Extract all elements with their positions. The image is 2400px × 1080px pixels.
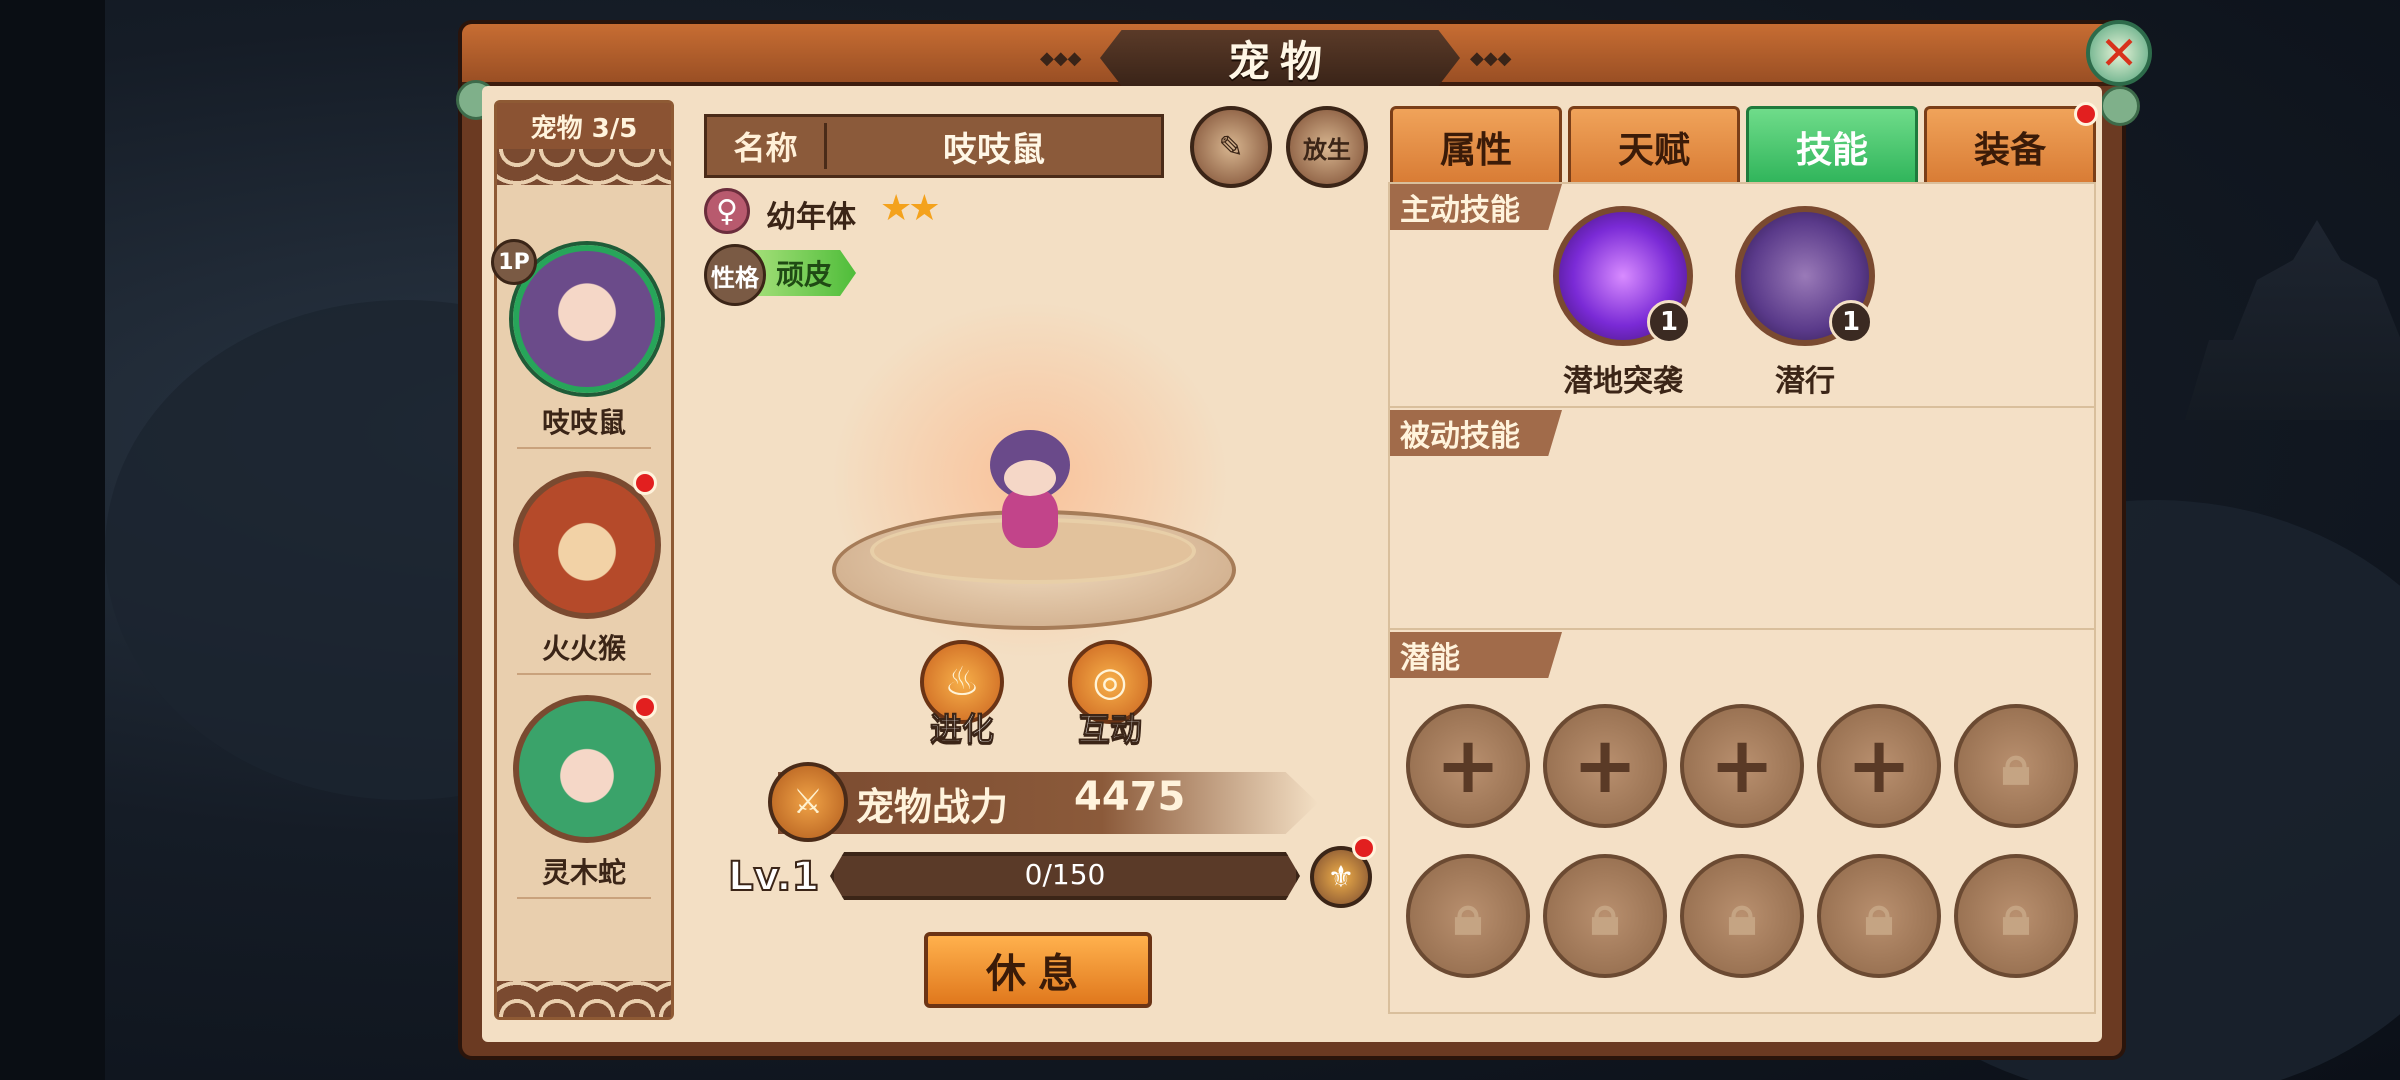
potential-slot-add[interactable]: +	[1406, 704, 1530, 828]
pet-list: 宠物 3/5 1P 吱吱鼠 火火猴 灵木蛇	[491, 100, 674, 1020]
slot-badge: 1P	[491, 239, 537, 285]
rename-button[interactable]: ✎	[1190, 106, 1272, 188]
potential-label: 潜能	[1390, 632, 1562, 678]
star-icon: ★	[880, 188, 912, 229]
sidebar-bottom-ornament	[497, 981, 671, 1017]
notice-dot	[2074, 102, 2098, 126]
fleur-icon: ⚜	[1327, 859, 1355, 895]
tab-talent[interactable]: 天赋	[1568, 106, 1740, 184]
skill-level: 1	[1647, 300, 1691, 344]
sidebar-top-ornament	[497, 149, 671, 185]
potential-slot-locked[interactable]: 🔒︎	[1954, 854, 2078, 978]
female-icon: ♀	[704, 188, 750, 234]
lock-icon: 🔒︎	[1864, 884, 1894, 947]
growth-stage: 幼年体	[766, 200, 856, 235]
close-icon: ✕	[2099, 26, 2139, 80]
castle-silhouette	[2185, 220, 2400, 420]
skill-name: 潜行	[1775, 364, 1835, 399]
skill-item[interactable]: 1 潜地突袭	[1548, 206, 1698, 400]
title-ornament-left: ◆◆◆	[1040, 48, 1082, 69]
potential-slot-locked[interactable]: 🔒︎	[1954, 704, 2078, 828]
plus-icon: +	[1435, 721, 1501, 811]
skill-name: 潜地突袭	[1563, 364, 1683, 399]
potential-slot-locked[interactable]: 🔒︎	[1680, 854, 1804, 978]
divider	[1388, 628, 2096, 630]
pet-name: 灵木蛇	[541, 856, 626, 889]
active-skills-label: 主动技能	[1390, 184, 1562, 230]
title-ornament-right: ◆◆◆	[1470, 48, 1512, 69]
notice-dot	[633, 471, 657, 495]
lock-icon: 🔒︎	[1590, 884, 1620, 947]
trait-badge: 性格	[704, 244, 766, 306]
flame-icon: ♨	[944, 659, 980, 705]
window-title: 宠物	[1100, 30, 1460, 86]
tab-skills[interactable]: 技能	[1746, 106, 1918, 184]
skill-level: 1	[1829, 300, 1873, 344]
potential-slot-add[interactable]: +	[1680, 704, 1804, 828]
pet-model[interactable]	[980, 430, 1080, 550]
star-icon: ★	[908, 188, 940, 229]
divider	[517, 897, 651, 899]
potential-slot-locked[interactable]: 🔒︎	[1406, 854, 1530, 978]
pet-item-1[interactable]: 1P 吱吱鼠	[491, 239, 671, 465]
potential-slot-locked[interactable]: 🔒︎	[1817, 854, 1941, 978]
passive-skills-label: 被动技能	[1390, 410, 1562, 456]
skill-item[interactable]: 1 潜行	[1730, 206, 1880, 400]
release-label: 放生	[1303, 135, 1351, 164]
notice-dot	[633, 695, 657, 719]
star-rating: ★★	[880, 188, 941, 229]
lock-icon: 🔒︎	[2001, 884, 2031, 947]
pet-name: 吱吱鼠	[541, 406, 626, 439]
pet-name: 火火猴	[541, 632, 626, 665]
evolve-label: 进化	[929, 710, 994, 749]
sword-shield-icon: ⚔	[768, 762, 848, 842]
plus-icon: +	[1846, 721, 1912, 811]
pet-name-value[interactable]: 吱吱鼠	[827, 122, 1161, 171]
scroll-pen-icon: ✎	[1218, 129, 1244, 165]
name-label: 名称	[707, 123, 827, 169]
interact-label: 互动	[1077, 710, 1142, 749]
notice-dot	[1352, 836, 1376, 860]
pet-count: 宠物 3/5	[497, 103, 671, 149]
tab-attributes[interactable]: 属性	[1390, 106, 1562, 184]
plus-icon: +	[1709, 721, 1775, 811]
potential-slot-locked[interactable]: 🔒︎	[1543, 854, 1667, 978]
plus-icon: +	[1572, 721, 1638, 811]
stealth-icon: 1	[1735, 206, 1875, 346]
rest-button[interactable]: 休息	[924, 932, 1152, 1008]
divider	[1388, 406, 2096, 408]
pet-item-2[interactable]: 火火猴	[497, 471, 671, 691]
tab-equipment[interactable]: 装备	[1924, 106, 2096, 184]
divider	[517, 447, 651, 449]
lock-icon: 🔒︎	[1453, 884, 1483, 947]
power-value: 4475	[1074, 774, 1186, 820]
lock-icon: 🔒︎	[2001, 734, 2031, 797]
level-text: Lv.1	[727, 853, 820, 901]
lock-icon: 🔒︎	[1727, 884, 1757, 947]
pet-item-3[interactable]: 灵木蛇	[497, 695, 671, 915]
swirl-icon: ◎	[1092, 659, 1128, 705]
close-button[interactable]: ✕	[2086, 20, 2152, 86]
divider	[517, 673, 651, 675]
potential-slot-add[interactable]: +	[1817, 704, 1941, 828]
xp-text: 0/150	[1024, 858, 1106, 891]
potential-slot-add[interactable]: +	[1543, 704, 1667, 828]
corner-ornament	[2100, 86, 2140, 126]
pet-name-plate: 名称 吱吱鼠	[704, 114, 1164, 178]
power-label: 宠物战力	[856, 785, 1009, 829]
release-button[interactable]: 放生	[1286, 106, 1368, 188]
dive-attack-icon: 1	[1553, 206, 1693, 346]
